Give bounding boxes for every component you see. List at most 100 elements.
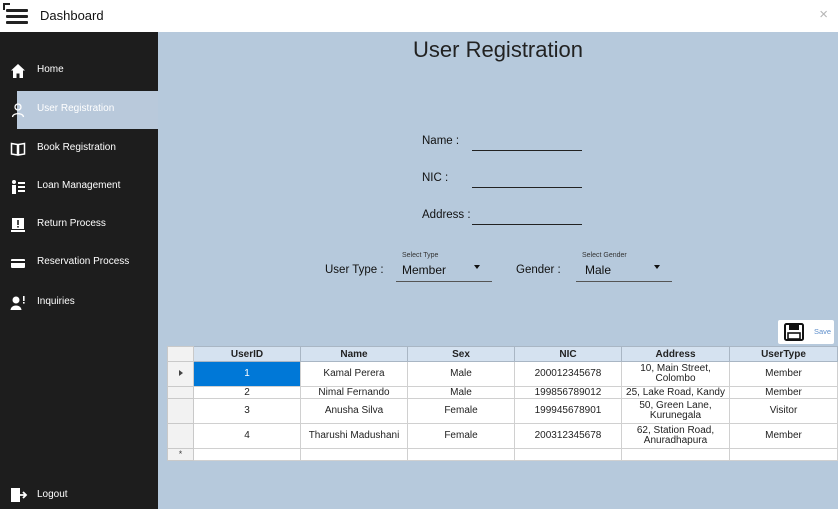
- sidebar-item-loan-management[interactable]: Loan Management: [0, 168, 158, 206]
- gender-label: Gender :: [516, 264, 561, 276]
- col-header-sex[interactable]: Sex: [407, 346, 515, 362]
- table-cell[interactable]: 200312345678: [514, 423, 622, 449]
- logout-icon: [11, 488, 28, 502]
- table-new-row[interactable]: *: [167, 448, 838, 461]
- table-cell[interactable]: 1: [193, 361, 301, 387]
- table-cell[interactable]: Male: [407, 361, 515, 387]
- inquiries-icon: [10, 296, 25, 310]
- table-cell[interactable]: Male: [407, 386, 515, 399]
- col-header-userid[interactable]: UserID: [193, 346, 301, 362]
- sidebar-item-label: Loan Management: [37, 180, 121, 191]
- col-header-usertype[interactable]: UserType: [729, 346, 838, 362]
- sidebar-item-inquiries[interactable]: Inquiries: [0, 284, 158, 322]
- table-cell[interactable]: [729, 448, 838, 461]
- table-cell[interactable]: 10, Main Street, Colombo: [621, 361, 730, 387]
- table-cell[interactable]: Nimal Fernando: [300, 386, 408, 399]
- home-icon: [11, 64, 25, 78]
- col-header-nic[interactable]: NIC: [514, 346, 622, 362]
- address-label: Address :: [422, 209, 471, 221]
- row-header-corner: [167, 346, 194, 362]
- chevron-down-icon: [474, 265, 480, 269]
- return-icon: [11, 218, 25, 232]
- save-label: Save: [814, 327, 832, 336]
- col-header-name[interactable]: Name: [300, 346, 408, 362]
- nic-label: NIC :: [422, 172, 449, 184]
- table-cell[interactable]: Tharushi Madushani: [300, 423, 408, 449]
- save-button[interactable]: Save: [778, 320, 834, 344]
- new-row-marker: *: [178, 449, 183, 459]
- table-cell[interactable]: Visitor: [729, 398, 838, 424]
- sidebar-item-label: Reservation Process: [37, 256, 130, 267]
- title-bar: Dashboard ×: [0, 0, 838, 32]
- table-cell[interactable]: 199945678901: [514, 398, 622, 424]
- sidebar-item-label: Return Process: [37, 218, 106, 229]
- table-cell[interactable]: [300, 448, 408, 461]
- hamburger-menu-icon[interactable]: [6, 9, 28, 25]
- current-row-icon: [178, 370, 183, 376]
- close-button[interactable]: ×: [819, 6, 828, 23]
- chevron-down-icon: [654, 265, 660, 269]
- col-header-address[interactable]: Address: [621, 346, 730, 362]
- reservation-icon: [11, 259, 25, 268]
- gender-dropdown[interactable]: Select Gender Male: [576, 249, 672, 282]
- table-cell[interactable]: 62, Station Road, Anuradhapura: [621, 423, 730, 449]
- gender-hint: Select Gender: [582, 252, 627, 259]
- table-cell[interactable]: Member: [729, 386, 838, 399]
- users-table[interactable]: UserID Name Sex NIC Address UserType 1 K…: [167, 346, 838, 461]
- row-header[interactable]: [167, 423, 194, 449]
- name-label: Name :: [422, 135, 460, 147]
- sidebar-item-return-process[interactable]: Return Process: [0, 206, 158, 244]
- sidebar-item-home[interactable]: Home: [0, 52, 158, 90]
- table-cell[interactable]: 50, Green Lane, Kurunegala: [621, 398, 730, 424]
- table-cell[interactable]: Member: [729, 423, 838, 449]
- loan-icon: [12, 180, 25, 194]
- table-cell[interactable]: [407, 448, 515, 461]
- table-row[interactable]: 2 Nimal Fernando Male 199856789012 25, L…: [167, 386, 838, 399]
- row-header[interactable]: *: [167, 448, 194, 461]
- table-cell[interactable]: Female: [407, 398, 515, 424]
- table-cell[interactable]: [514, 448, 622, 461]
- table-cell[interactable]: 2: [193, 386, 301, 399]
- table-row[interactable]: 4 Tharushi Madushani Female 200312345678…: [167, 423, 838, 449]
- user-type-value: Member: [402, 263, 447, 277]
- table-cell[interactable]: Kamal Perera: [300, 361, 408, 387]
- table-header-row: UserID Name Sex NIC Address UserType: [167, 346, 838, 362]
- sidebar-item-label: Book Registration: [37, 142, 116, 153]
- row-header[interactable]: [167, 361, 194, 387]
- table-cell[interactable]: 25, Lake Road, Kandy: [621, 386, 730, 399]
- table-cell[interactable]: [193, 448, 301, 461]
- table-cell[interactable]: 200012345678: [514, 361, 622, 387]
- sidebar: Home User Registration Book Registration…: [0, 32, 158, 509]
- sidebar-item-user-registration[interactable]: User Registration: [11, 91, 158, 129]
- page-title: User Registration: [413, 37, 583, 62]
- table-row[interactable]: 1 Kamal Perera Male 200012345678 10, Mai…: [167, 361, 838, 387]
- sidebar-item-label: Home: [37, 64, 64, 75]
- table-cell[interactable]: Female: [407, 423, 515, 449]
- table-cell[interactable]: [621, 448, 730, 461]
- address-field[interactable]: [472, 224, 582, 225]
- row-header[interactable]: [167, 386, 194, 399]
- nic-field[interactable]: [472, 187, 582, 188]
- table-cell[interactable]: 4: [193, 423, 301, 449]
- sidebar-item-label: User Registration: [37, 103, 115, 114]
- sidebar-item-reservation-process[interactable]: Reservation Process: [0, 244, 158, 282]
- logout-button[interactable]: Logout: [0, 481, 158, 509]
- table-cell[interactable]: 3: [193, 398, 301, 424]
- table-cell[interactable]: 199856789012: [514, 386, 622, 399]
- user-icon: [11, 103, 25, 118]
- user-type-hint: Select Type: [402, 252, 439, 259]
- user-type-dropdown[interactable]: Select Type Member: [396, 249, 492, 282]
- main-panel: User Registration Name : NIC : Address :…: [158, 32, 838, 509]
- table-cell[interactable]: Member: [729, 361, 838, 387]
- floppy-disk-icon: [784, 323, 804, 341]
- sidebar-item-book-registration[interactable]: Book Registration: [0, 130, 158, 168]
- logout-label: Logout: [37, 489, 68, 500]
- sidebar-item-label: Inquiries: [37, 296, 75, 307]
- gender-value: Male: [585, 263, 612, 277]
- table-cell[interactable]: Anusha Silva: [300, 398, 408, 424]
- name-field[interactable]: [472, 150, 582, 151]
- row-header[interactable]: [167, 398, 194, 424]
- table-row[interactable]: 3 Anusha Silva Female 199945678901 50, G…: [167, 398, 838, 424]
- user-type-label: User Type :: [325, 264, 384, 276]
- window-title: Dashboard: [40, 8, 104, 23]
